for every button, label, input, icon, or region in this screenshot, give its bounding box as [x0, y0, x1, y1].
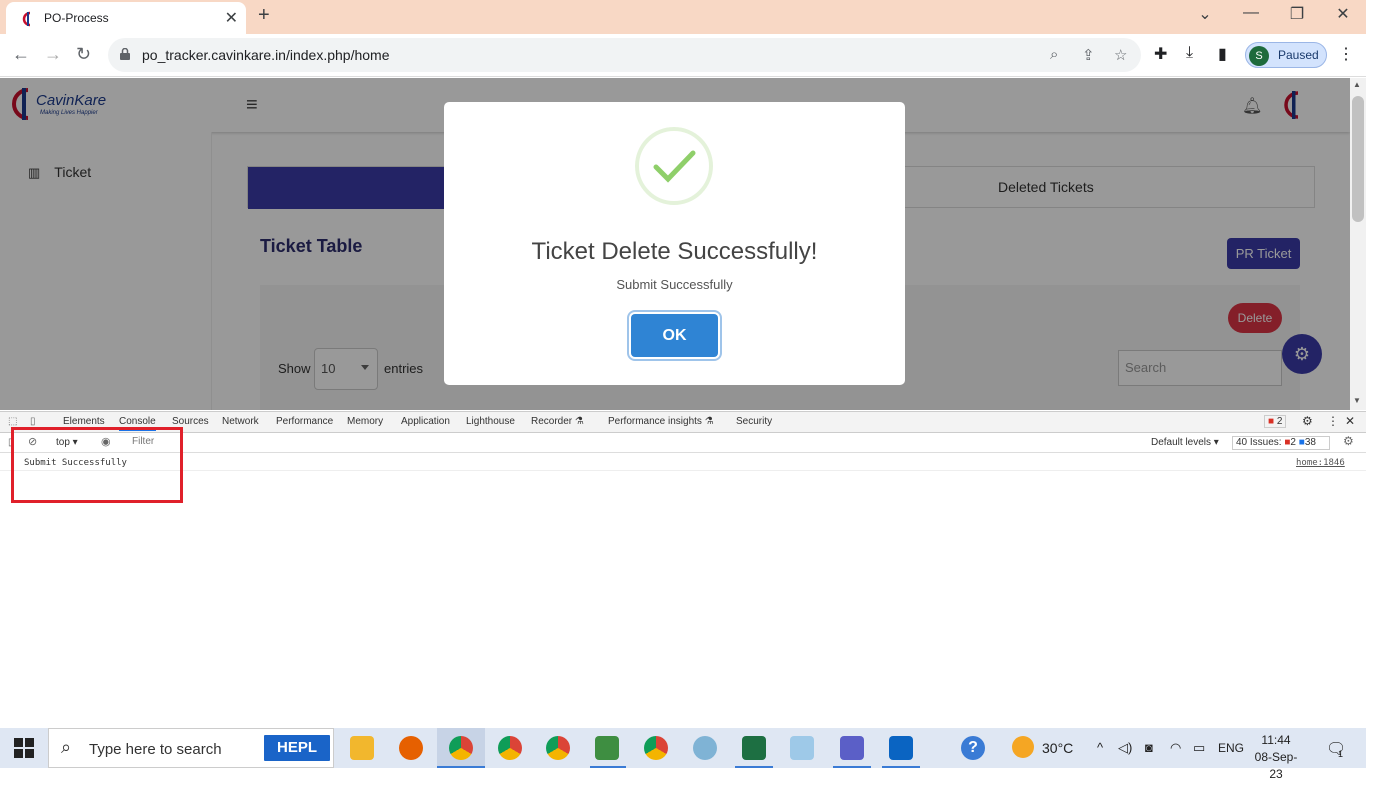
temperature[interactable]: 30°C	[1042, 740, 1073, 756]
devtools-tab-performance-insights[interactable]: Performance insights ⚗	[608, 416, 714, 427]
scrollbar-thumb[interactable]	[1352, 96, 1364, 222]
lock-icon	[120, 48, 130, 60]
excel-icon[interactable]	[742, 736, 766, 760]
error-count: 2	[1276, 416, 1283, 427]
battery-icon[interactable]: ▭	[1193, 740, 1205, 756]
help-icon[interactable]: ?	[961, 736, 985, 760]
zoom-icon[interactable]: ⌕	[1050, 46, 1058, 63]
weather-icon[interactable]	[1012, 736, 1034, 758]
browser-tab[interactable]: PO-Process ✕	[6, 2, 246, 34]
browser-menu-icon[interactable]: ⋮	[1338, 44, 1354, 64]
taskbar-clock[interactable]: 11:44 08-Sep-23	[1248, 732, 1304, 783]
devtools-tab-security[interactable]: Security	[736, 416, 772, 427]
windows-start-icon[interactable]	[14, 738, 34, 758]
teams-icon[interactable]	[840, 736, 864, 760]
devtools-tab-sources[interactable]: Sources	[172, 416, 209, 427]
back-icon[interactable]: ←	[12, 44, 30, 65]
profile-button[interactable]: S Paused	[1245, 42, 1327, 68]
issues-error-count: 2	[1290, 437, 1296, 448]
outlook-icon[interactable]	[889, 736, 913, 760]
hepl-logo[interactable]: HEPL	[262, 733, 332, 763]
chrome-profile-s-icon[interactable]	[449, 736, 473, 760]
firefox-icon[interactable]	[399, 736, 423, 760]
file-explorer-icon[interactable]	[350, 736, 374, 760]
console-filter-input[interactable]: Filter	[128, 436, 1143, 450]
clock-time: 11:44	[1261, 733, 1291, 747]
active-app-indicator	[437, 766, 485, 768]
console-source-link[interactable]: home:1846	[1296, 458, 1345, 468]
share-icon[interactable]: ⇪	[1082, 46, 1095, 64]
highlight-annotation-box	[11, 427, 183, 503]
issues-label: 40 Issues:	[1236, 437, 1282, 448]
chrome-icon[interactable]	[644, 736, 668, 760]
address-bar[interactable]: po_tracker.cavinkare.in/index.php/home ⌕…	[108, 38, 1141, 72]
device-toolbar-icon[interactable]: ▯	[30, 416, 36, 427]
extensions-puzzle-icon[interactable]: ✚	[1154, 44, 1167, 64]
scroll-down-icon[interactable]: ▼	[1353, 396, 1361, 405]
profile-status: Paused	[1278, 48, 1319, 62]
inspect-element-icon[interactable]: ⬚	[8, 416, 17, 427]
scroll-up-icon[interactable]: ▲	[1353, 80, 1361, 89]
url-text: po_tracker.cavinkare.in/index.php/home	[142, 47, 390, 63]
running-app-indicator	[882, 766, 920, 768]
camera-icon[interactable]: ◙	[1145, 740, 1153, 755]
running-app-indicator	[735, 766, 773, 768]
wifi-icon[interactable]: ◠	[1170, 740, 1181, 756]
devtools-settings-gear-icon[interactable]: ⚙	[1302, 414, 1313, 428]
avatar: S	[1249, 46, 1269, 66]
devtools-tab-bar: ⬚ ▯ Elements Console Sources Network Per…	[0, 411, 1366, 433]
side-panel-icon[interactable]: ▮	[1218, 44, 1227, 64]
error-count-badge[interactable]: ■ 2	[1264, 415, 1287, 428]
tab-title: PO-Process	[44, 11, 109, 25]
devtools-tab-network[interactable]: Network	[222, 416, 259, 427]
log-levels-select[interactable]: Default levels ▾	[1151, 437, 1219, 448]
cavinkare-favicon-icon	[22, 11, 31, 27]
running-app-indicator	[590, 766, 626, 768]
error-icon: ■	[1268, 416, 1275, 427]
show-hidden-icons-chevron-icon[interactable]: ^	[1097, 740, 1103, 755]
close-window-icon[interactable]: ✕	[1320, 4, 1366, 24]
issues-counter[interactable]: 40 Issues: ■2 ■38	[1232, 436, 1330, 450]
devtools-tab-elements[interactable]: Elements	[63, 416, 105, 427]
restore-icon[interactable]: ❐	[1274, 4, 1320, 24]
search-icon: ⌕	[61, 737, 72, 757]
devtools-tab-application[interactable]: Application	[401, 416, 450, 427]
close-tab-icon[interactable]: ✕	[225, 8, 238, 28]
running-app-indicator	[833, 766, 871, 768]
log-levels-value: Default levels	[1151, 437, 1212, 448]
console-settings-gear-icon[interactable]: ⚙	[1343, 434, 1354, 448]
chrome-icon[interactable]	[546, 736, 570, 760]
reload-icon[interactable]: ↻	[76, 44, 91, 65]
new-tab-icon[interactable]: +	[258, 4, 270, 27]
modal-subtitle: Submit Successfully	[616, 277, 733, 292]
notification-count: 1	[1338, 749, 1344, 759]
success-check-icon	[635, 127, 713, 205]
speaker-icon[interactable]: ◁)	[1118, 740, 1132, 756]
download-icon[interactable]: ⤓	[1186, 44, 1193, 62]
console-divider	[0, 470, 1366, 471]
bookmark-star-icon[interactable]: ☆	[1114, 46, 1127, 64]
forward-icon[interactable]: →	[44, 44, 62, 65]
devtools-tab-performance[interactable]: Performance	[276, 416, 333, 427]
issues-info-count: 38	[1304, 437, 1316, 448]
notepad-icon[interactable]	[790, 736, 814, 760]
language-indicator[interactable]: ENG	[1218, 741, 1244, 755]
chrome-icon[interactable]	[498, 736, 522, 760]
devtools-tab-memory[interactable]: Memory	[347, 416, 383, 427]
modal-title: Ticket Delete Successfully!	[531, 238, 818, 265]
tab-search-chevron-icon[interactable]: ⌄	[1182, 4, 1228, 24]
spreadsheet-app-icon[interactable]	[595, 736, 619, 760]
paint-icon[interactable]	[693, 736, 717, 760]
minimize-icon[interactable]: —	[1228, 4, 1274, 22]
taskbar-search-placeholder: Type here to search	[89, 741, 222, 758]
devtools-menu-icon[interactable]: ⋮	[1327, 414, 1339, 428]
clock-date: 08-Sep-23	[1254, 750, 1298, 781]
devtools-tab-lighthouse[interactable]: Lighthouse	[466, 416, 515, 427]
devtools-tab-recorder[interactable]: Recorder ⚗	[531, 416, 584, 427]
notification-center-icon[interactable]: 🗨︎	[1326, 739, 1346, 759]
devtools-close-icon[interactable]: ✕	[1345, 414, 1355, 428]
ok-button[interactable]: OK	[631, 314, 718, 357]
